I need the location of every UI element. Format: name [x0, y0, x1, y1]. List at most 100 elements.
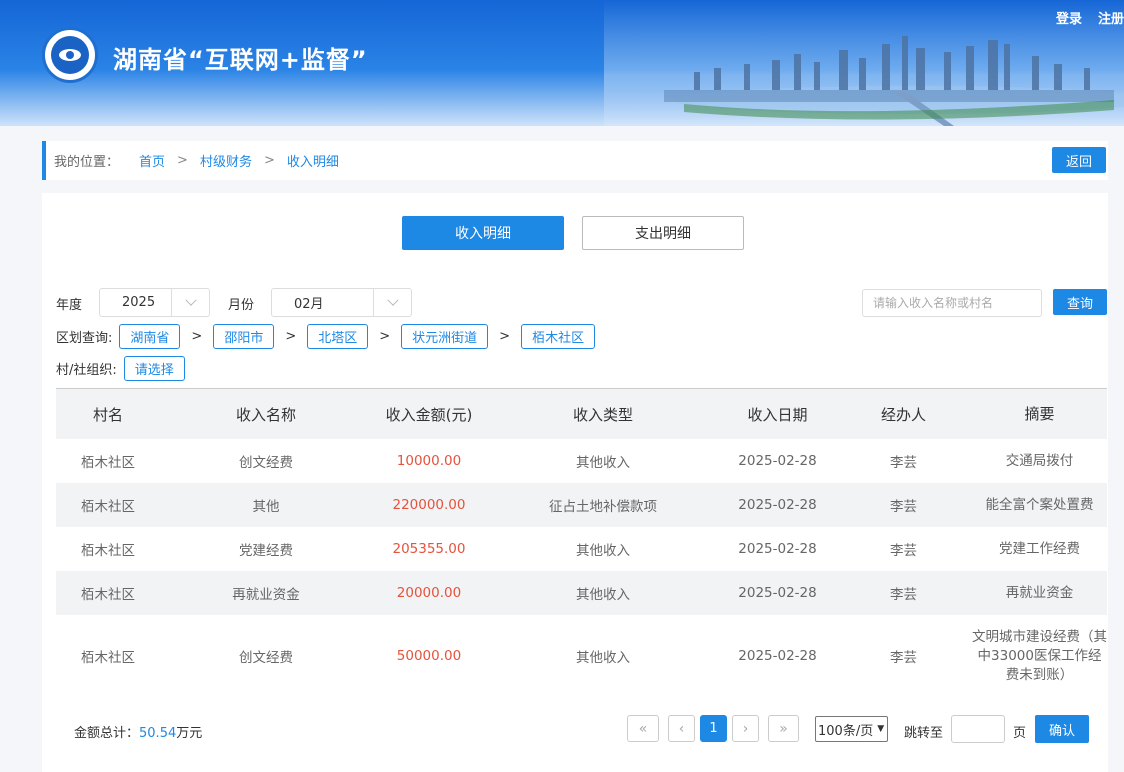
year-value: 2025 [122, 295, 156, 310]
org-filter: 村/社组织: 请选择 [56, 356, 185, 381]
cell-village: 栢木社区 [81, 650, 135, 666]
cell-handler: 李芸 [890, 650, 917, 666]
region-separator: > [379, 329, 391, 344]
cell-amount: 205355.00 [392, 541, 466, 557]
confirm-button[interactable]: 确认 [1035, 715, 1089, 743]
column-header: 村名 [92, 405, 123, 424]
breadcrumb-village-finance[interactable]: 村级财务 [200, 151, 252, 170]
table-row: 栢木社区 创文经费 50000.00 其他收入 2025-02-28 李芸 文明… [56, 615, 1107, 697]
tab-expense-detail[interactable]: 支出明细 [582, 216, 744, 250]
cell-amount: 50000.00 [396, 648, 462, 664]
cell-amount: 220000.00 [392, 497, 466, 513]
region-chip-city[interactable]: 邵阳市 [213, 324, 275, 349]
cell-income-name: 创文经费 [239, 455, 293, 471]
breadcrumb-income-detail[interactable]: 收入明细 [287, 151, 339, 170]
year-select[interactable]: 2025 [99, 288, 210, 317]
cell-summary: 交通局拨付 [1005, 452, 1074, 469]
table-row: 栢木社区 党建经费 205355.00 其他收入 2025-02-28 李芸 党… [56, 527, 1107, 571]
income-table: 村名 收入名称 收入金额(元) 收入类型 收入日期 经办人 摘要 栢木社区 创文… [56, 388, 1107, 697]
cell-summary: 党建工作经费 [999, 540, 1080, 557]
main-panel: 收入明细 支出明细 年度 2025 月份 02月 查询 区划查询: 湖南省 > … [42, 193, 1108, 772]
back-button[interactable]: 返回 [1052, 147, 1106, 173]
query-button[interactable]: 查询 [1053, 289, 1107, 315]
first-page-icon[interactable]: « [627, 715, 659, 742]
breadcrumb-separator: > [263, 153, 275, 168]
page-size-select[interactable]: 100条/页 ▼ [815, 716, 888, 742]
total-unit: 万元 [176, 726, 203, 741]
cell-handler: 李芸 [890, 499, 917, 515]
page-number-current[interactable]: 1 [700, 715, 727, 742]
total-value: 50.54 [139, 726, 177, 741]
month-select[interactable]: 02月 [271, 288, 412, 317]
region-filter: 区划查询: 湖南省 > 邵阳市 > 北塔区 > 状元洲街道 > 栢木社区 [56, 324, 596, 349]
city-skyline-banner [664, 36, 1124, 126]
cell-date: 2025-02-28 [738, 541, 817, 557]
cell-income-name: 党建经费 [239, 543, 293, 559]
breadcrumb-separator: > [177, 153, 188, 168]
cell-amount: 10000.00 [396, 453, 462, 469]
cell-date: 2025-02-28 [738, 648, 817, 664]
region-separator: > [499, 329, 511, 344]
cell-type: 其他收入 [576, 650, 630, 666]
org-select-button[interactable]: 请选择 [123, 356, 185, 381]
year-label: 年度 [56, 298, 83, 313]
cell-village: 栢木社区 [81, 455, 135, 471]
site-header: 湖南省“互联网+监督” 登录 注册 [0, 0, 1124, 126]
jump-page-input[interactable] [951, 715, 1005, 743]
breadcrumb-home[interactable]: 首页 [139, 151, 165, 170]
column-header: 收入金额(元) [385, 405, 473, 424]
tab-income-detail[interactable]: 收入明细 [402, 216, 564, 250]
jump-label: 跳转至 [904, 726, 944, 741]
column-header: 经办人 [880, 405, 926, 424]
table-row: 栢木社区 其他 220000.00 征占土地补偿款项 2025-02-28 李芸… [56, 483, 1107, 527]
column-header: 收入日期 [747, 405, 808, 424]
region-separator: > [285, 329, 297, 344]
amount-total: 金额总计：50.54万元 [74, 722, 202, 741]
cell-summary: 文明城市建设经费（其中33000医保工作经费未到账） [972, 628, 1107, 683]
table-row: 栢木社区 创文经费 10000.00 其他收入 2025-02-28 李芸 交通… [56, 439, 1107, 483]
region-chip-street[interactable]: 状元洲街道 [401, 324, 489, 349]
cell-village: 栢木社区 [81, 587, 135, 603]
region-separator: > [191, 329, 203, 344]
column-header: 收入名称 [235, 405, 296, 424]
top-links: 登录 注册 [1056, 8, 1124, 27]
cell-summary: 再就业资金 [1005, 584, 1074, 601]
month-label: 月份 [228, 298, 255, 313]
cell-amount: 20000.00 [396, 585, 462, 601]
region-chip-district[interactable]: 北塔区 [307, 324, 369, 349]
cell-date: 2025-02-28 [738, 453, 817, 469]
region-label: 区划查询: [56, 331, 113, 346]
table-row: 栢木社区 再就业资金 20000.00 其他收入 2025-02-28 李芸 再… [56, 571, 1107, 615]
org-label: 村/社组织: [56, 363, 117, 378]
column-header: 摘要 [1024, 404, 1055, 423]
cell-type: 其他收入 [576, 543, 630, 559]
cell-date: 2025-02-28 [738, 497, 817, 513]
cell-handler: 李芸 [890, 543, 917, 559]
chevron-down-icon [373, 289, 411, 316]
cell-income-name: 再就业资金 [232, 587, 300, 603]
total-label: 金额总计： [74, 726, 140, 741]
cell-village: 栢木社区 [81, 499, 135, 515]
cell-handler: 李芸 [890, 455, 917, 471]
region-chip-community[interactable]: 栢木社区 [521, 324, 596, 349]
chevron-down-icon: ▼ [877, 724, 885, 734]
page-size-value: 100条/页 [818, 723, 874, 739]
cell-handler: 李芸 [890, 587, 917, 603]
login-link[interactable]: 登录 [1056, 8, 1082, 27]
cell-village: 栢木社区 [81, 543, 135, 559]
region-chip-province[interactable]: 湖南省 [119, 324, 181, 349]
column-header: 收入类型 [572, 405, 633, 424]
seal-logo-icon [42, 27, 98, 83]
page-unit-label: 页 [1013, 726, 1027, 741]
prev-page-icon[interactable]: ‹ [668, 715, 695, 742]
cell-date: 2025-02-28 [738, 585, 817, 601]
next-page-icon[interactable]: › [732, 715, 759, 742]
search-input[interactable] [862, 289, 1042, 317]
table-header: 村名 收入名称 收入金额(元) 收入类型 收入日期 经办人 摘要 [56, 389, 1107, 439]
cell-income-name: 创文经费 [239, 650, 293, 666]
site-title: 湖南省“互联网+监督” [113, 46, 368, 74]
eye-icon [59, 49, 81, 61]
register-link[interactable]: 注册 [1098, 8, 1124, 27]
last-page-icon[interactable]: » [768, 715, 799, 742]
month-value: 02月 [294, 297, 324, 312]
